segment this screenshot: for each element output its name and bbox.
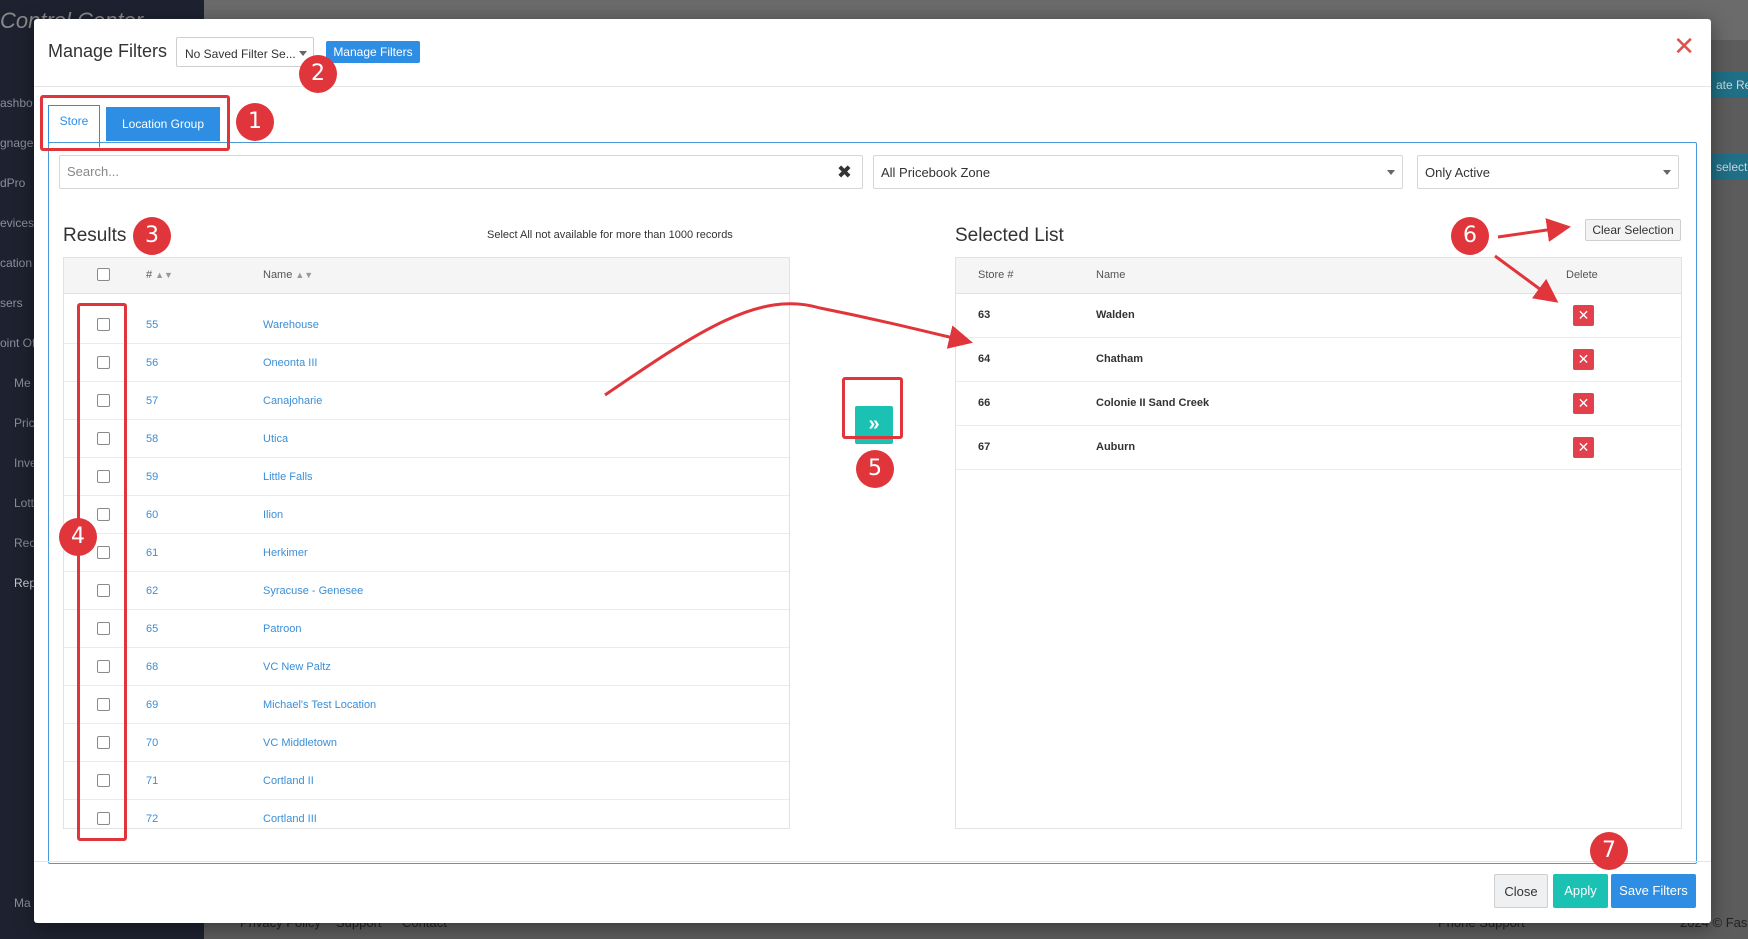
arrow-to-clear-selection xyxy=(1497,218,1571,242)
annotation-arrows xyxy=(604,218,1571,397)
arrow-to-delete xyxy=(1494,254,1559,303)
arrow-to-selected-list xyxy=(604,302,973,397)
